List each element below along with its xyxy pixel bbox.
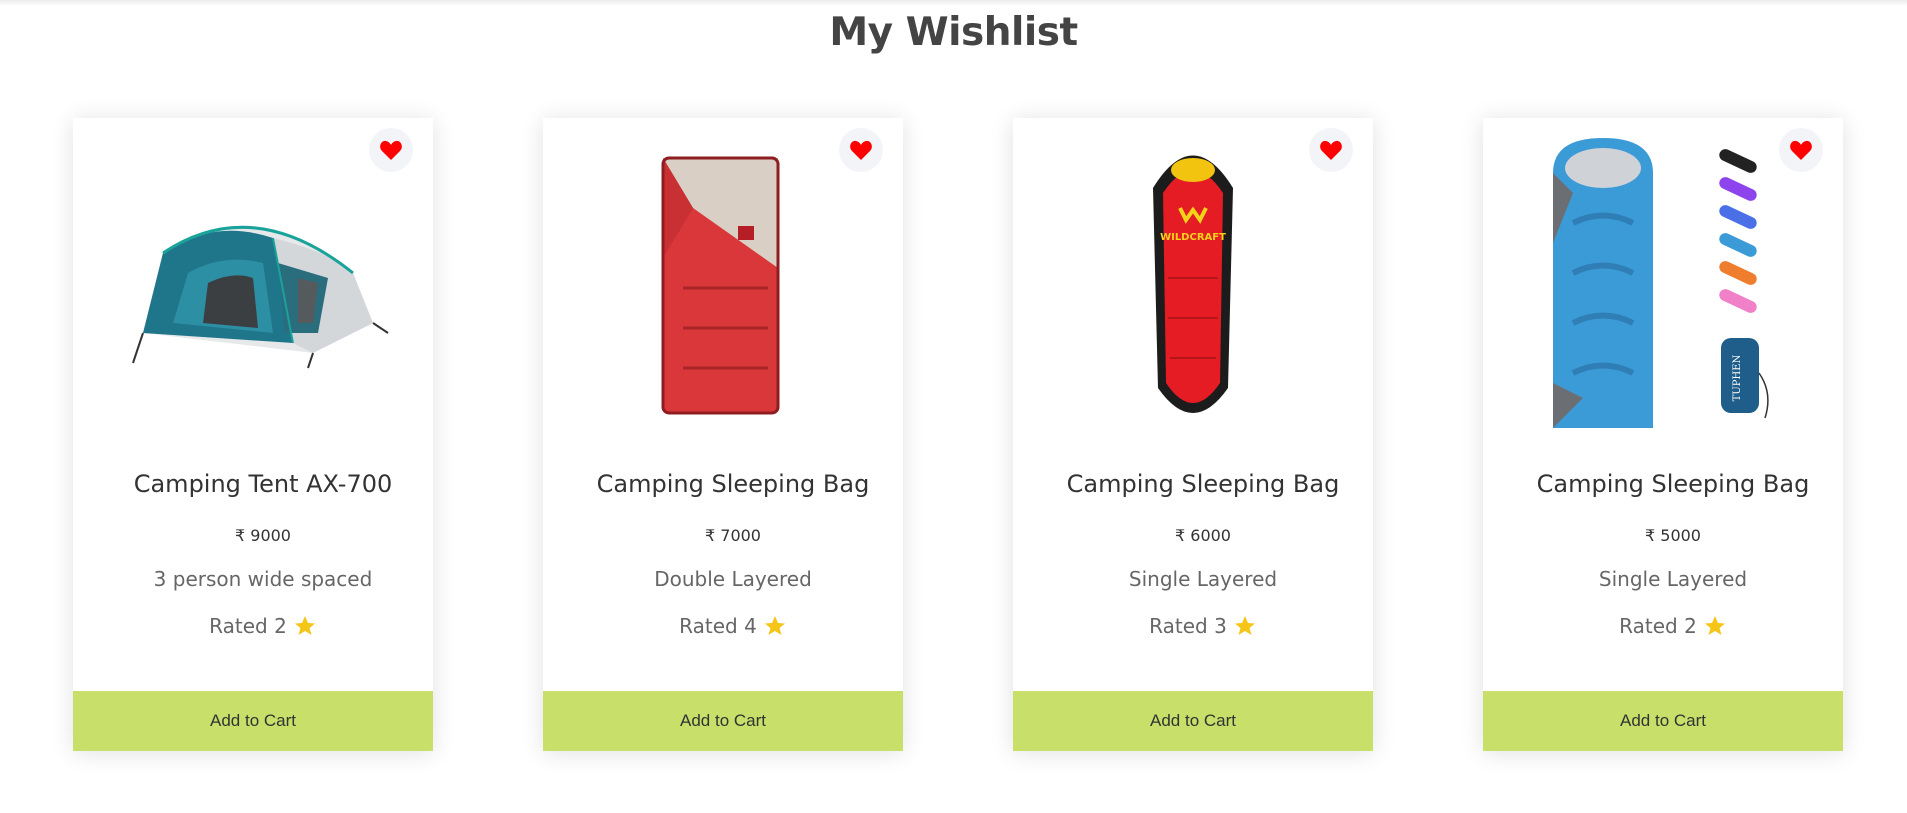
product-description: 3 person wide spaced xyxy=(153,567,373,591)
product-name: Camping Sleeping Bag xyxy=(596,470,870,498)
product-rating: Rated 2 xyxy=(73,614,453,638)
wishlist-heart-button[interactable] xyxy=(369,128,413,172)
add-to-cart-button[interactable]: Add to Cart xyxy=(1013,691,1373,751)
product-rating: Rated 3 xyxy=(1013,614,1393,638)
product-rating: Rated 4 xyxy=(543,614,923,638)
product-card: TUPHEN Camping Sleeping Bag ₹ 5000 Singl… xyxy=(1483,118,1843,751)
rating-label: Rated 2 xyxy=(1619,614,1697,638)
sleeping-bag-image: WILDCRAFT xyxy=(1153,155,1233,413)
star-icon xyxy=(764,616,785,635)
star-icon xyxy=(1704,616,1725,635)
rating-label: Rated 2 xyxy=(209,614,287,638)
product-name: Camping Sleeping Bag xyxy=(1066,470,1340,498)
wishlist-heart-button[interactable] xyxy=(1779,128,1823,172)
add-to-cart-button[interactable]: Add to Cart xyxy=(73,691,433,751)
product-price: ₹ 5000 xyxy=(1645,526,1701,545)
rating-label: Rated 4 xyxy=(679,614,757,638)
product-card: Camping Tent AX-700 ₹ 9000 3 person wide… xyxy=(73,118,433,751)
product-card: WILDCRAFT Camping Sleeping Bag ₹ 6000 Si… xyxy=(1013,118,1373,751)
product-name: Camping Sleeping Bag xyxy=(1536,470,1810,498)
rating-label: Rated 3 xyxy=(1149,614,1227,638)
product-card: Camping Sleeping Bag ₹ 7000 Double Layer… xyxy=(543,118,903,751)
wildcraft-logo: WILDCRAFT xyxy=(1160,232,1226,243)
tuphen-logo: TUPHEN xyxy=(1732,354,1743,401)
star-icon xyxy=(294,616,315,635)
add-to-cart-button[interactable]: Add to Cart xyxy=(1483,691,1843,751)
heart-icon xyxy=(1320,140,1342,160)
product-price: ₹ 6000 xyxy=(1175,526,1231,545)
color-variants xyxy=(1719,149,1757,313)
sleeping-bag-image xyxy=(661,156,780,415)
product-rating: Rated 2 xyxy=(1483,614,1863,638)
wishlist-heart-button[interactable] xyxy=(1309,128,1353,172)
product-description: Double Layered xyxy=(654,567,812,591)
product-description: Single Layered xyxy=(1128,567,1278,591)
tent-image xyxy=(132,225,389,369)
product-description: Single Layered xyxy=(1598,567,1748,591)
wishlist-grid: Camping Tent AX-700 ₹ 9000 3 person wide… xyxy=(73,118,1843,751)
heart-icon xyxy=(850,140,872,160)
header-shadow xyxy=(0,0,1907,6)
wishlist-heart-button[interactable] xyxy=(839,128,883,172)
heart-icon xyxy=(1790,140,1812,160)
star-icon xyxy=(1234,616,1255,635)
page-title: My Wishlist xyxy=(829,10,1078,55)
product-name: Camping Tent AX-700 xyxy=(133,470,393,498)
heart-icon xyxy=(380,140,402,160)
product-price: ₹ 9000 xyxy=(235,526,291,545)
product-price: ₹ 7000 xyxy=(705,526,761,545)
sleeping-bag-image: TUPHEN xyxy=(1553,138,1769,428)
add-to-cart-button[interactable]: Add to Cart xyxy=(543,691,903,751)
